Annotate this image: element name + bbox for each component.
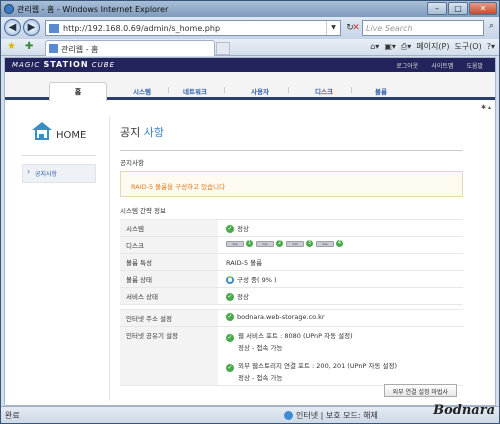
- disk-drive-icon: disk: [316, 240, 334, 247]
- site-logo[interactable]: MAGIC STATION CUBE: [12, 60, 115, 69]
- notice-text: RAID-5 볼륨을 구성하고 있습니다: [131, 183, 226, 191]
- browser-window: 관리웹 - 홈 - Windows Internet Explorer – □ …: [0, 0, 500, 424]
- ok-check-icon: ✓: [226, 293, 234, 301]
- menu-divider: [224, 87, 225, 93]
- menu-divider: [168, 87, 169, 93]
- table-row: 인터넷 공유기 설정 ✓ 웹 서비스 포트 : 8080 (UPnP 자동 설정…: [120, 326, 463, 386]
- maximize-button[interactable]: □: [448, 2, 468, 15]
- page-menu[interactable]: 페이지(P): [416, 41, 449, 52]
- table-row: 서비스 상태 ✓ 정상: [120, 287, 463, 305]
- table-row: 인터넷 주소 설정 ✓ bodnara.web-storage.co.kr: [120, 309, 463, 327]
- menu-disk[interactable]: 디스크: [315, 86, 333, 96]
- page-favicon: [49, 24, 59, 33]
- help-link[interactable]: 도움말: [464, 61, 485, 70]
- tab-bar: ★ ✚ 관리웹 - 홈 ⌂▾ ▣▾ ⎙▾ 페이지(P) 도구(O) ?▾: [1, 39, 499, 56]
- home-icon[interactable]: ⌂▾: [370, 42, 379, 51]
- sitemap-link[interactable]: 사이트맵: [429, 61, 455, 70]
- feeds-icon[interactable]: ▣▾: [384, 42, 396, 51]
- disk-drive-icon: disk: [286, 240, 304, 247]
- disk-badge: 2: [276, 240, 283, 247]
- address-bar: ◀ ▶ http://192.168.0.69/admin/s_home.php…: [1, 17, 499, 39]
- page-title-prefix: 공지: [120, 126, 141, 139]
- search-input[interactable]: Live Search: [362, 20, 484, 36]
- menu-users[interactable]: 사용자: [251, 86, 269, 96]
- menu-divider: [288, 87, 289, 93]
- favorites-star-icon[interactable]: ★: [7, 41, 16, 53]
- disk-badge: 4: [336, 240, 343, 247]
- url-text: http://192.168.0.69/admin/s_home.php: [63, 24, 221, 33]
- tab-title: 관리웹 - 홈: [61, 45, 99, 54]
- web-page: MAGIC STATION CUBE 로그아웃 사이트맵 도움말 홈 시스템 네…: [4, 57, 496, 406]
- close-button[interactable]: ✕: [469, 2, 497, 15]
- system-info-table: 시스템 ✓정상 디스크 disk1 disk2 disk3 disk4: [120, 219, 463, 386]
- sidebar-home: HOME: [22, 118, 96, 156]
- minimize-button[interactable]: –: [427, 2, 447, 15]
- watermark: Bodnara: [433, 403, 495, 418]
- search-icon[interactable]: ⌕: [485, 21, 498, 35]
- table-row: 볼륨 상태 구성 중( 9% ): [120, 270, 463, 288]
- print-icon[interactable]: ⎙▾: [401, 42, 411, 52]
- settings-gear-icon[interactable]: ✱ ▴: [481, 104, 491, 111]
- menu-home-tab[interactable]: 홈: [49, 82, 107, 101]
- table-row: 볼륨 특성 RAID-5 볼륨: [120, 253, 463, 271]
- ie-icon: [4, 4, 14, 14]
- url-field[interactable]: http://192.168.0.69/admin/s_home.php ▼: [45, 20, 341, 36]
- table-row: 시스템 ✓ 정상: [120, 219, 463, 237]
- menu-volume[interactable]: 볼륨: [375, 86, 387, 96]
- globe-icon: [284, 411, 293, 420]
- notice-heading: 공지사항: [120, 159, 144, 167]
- page-title-highlight: 사항: [143, 126, 164, 139]
- url-dropdown-icon[interactable]: ▼: [326, 21, 340, 35]
- menu-divider: [351, 87, 352, 93]
- disk-drive-icon: disk: [226, 240, 244, 247]
- security-zone[interactable]: 인터넷 | 보호 모드: 해제: [284, 410, 378, 421]
- window-title: 관리웹 - 홈 - Windows Internet Explorer: [17, 5, 169, 14]
- menu-system[interactable]: 시스템: [133, 86, 151, 96]
- forward-button[interactable]: ▶: [23, 19, 40, 36]
- ok-check-icon: ✓: [226, 334, 234, 342]
- tools-menu[interactable]: 도구(O): [454, 41, 481, 52]
- new-tab-button[interactable]: [216, 42, 230, 55]
- status-bar: 완료 인터넷 | 보호 모드: 해제 Bodnara: [1, 403, 499, 423]
- logout-link[interactable]: 로그아웃: [394, 61, 420, 70]
- top-links: 로그아웃 사이트맵 도움말: [394, 61, 485, 70]
- ok-check-icon: ✓: [226, 225, 234, 233]
- status-text: 완료: [5, 411, 20, 420]
- house-icon: [32, 122, 52, 140]
- menu-network[interactable]: 네트워크: [183, 86, 207, 96]
- page-title: 공지 사항: [120, 124, 463, 140]
- notice-box: RAID-5 볼륨을 구성하고 있습니다: [120, 171, 463, 197]
- sidebar-item-notices[interactable]: 공지사항: [22, 164, 96, 183]
- main-menu: 홈 시스템 네트워크 사용자 디스크 볼륨: [5, 72, 495, 101]
- site-header: MAGIC STATION CUBE 로그아웃 사이트맵 도움말: [5, 58, 495, 72]
- sidebar-home-label: HOME: [56, 130, 87, 141]
- disk-badge: 3: [306, 240, 313, 247]
- ok-check-icon: ✓: [226, 364, 234, 372]
- stop-icon[interactable]: ✕: [349, 21, 363, 35]
- sidebar: HOME 공지사항: [22, 118, 96, 308]
- ok-check-icon: ✓: [226, 313, 234, 321]
- tab-favicon: [49, 44, 58, 53]
- progress-spinner-icon: [226, 276, 234, 284]
- main-content: 공지 사항 공지사항 RAID-5 볼륨을 구성하고 있습니다 시스템 간략 정…: [109, 116, 463, 401]
- disk-drive-icon: disk: [256, 240, 274, 247]
- table-row: 디스크 disk 1 disk 2 disk 3 disk 4: [120, 236, 463, 254]
- window-controls: – □ ✕: [427, 2, 497, 15]
- title-divider: [120, 150, 463, 151]
- add-favorites-icon[interactable]: ✚: [25, 41, 33, 53]
- help-icon[interactable]: ?▾: [487, 42, 495, 51]
- title-bar: 관리웹 - 홈 - Windows Internet Explorer – □ …: [1, 1, 499, 17]
- connection-wizard-button[interactable]: 외부 연결 설정 마법사: [383, 384, 457, 397]
- browser-tab-active[interactable]: 관리웹 - 홈: [45, 40, 215, 56]
- command-bar: ⌂▾ ▣▾ ⎙▾ 페이지(P) 도구(O) ?▾: [370, 41, 495, 52]
- info-heading: 시스템 간략 정보: [120, 207, 166, 215]
- back-button[interactable]: ◀: [4, 19, 21, 36]
- disk-badge: 1: [246, 240, 253, 247]
- disk-status-list: disk 1 disk 2 disk 3 disk 4: [226, 240, 459, 247]
